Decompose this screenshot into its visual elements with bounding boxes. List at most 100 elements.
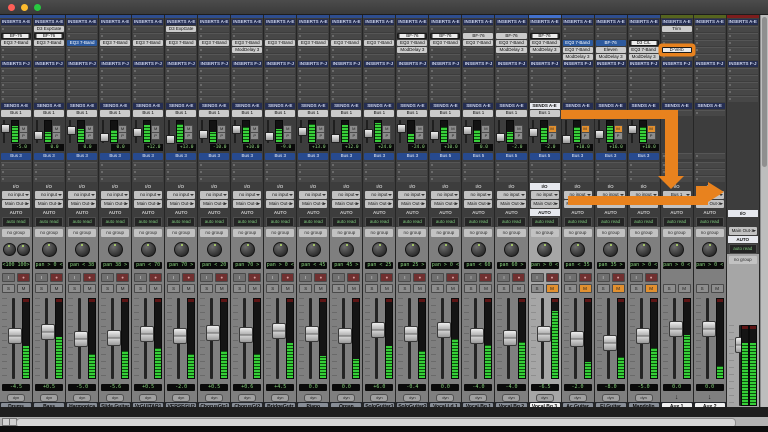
mute-button[interactable]: M <box>645 284 658 293</box>
insert-slot[interactable] <box>165 67 197 74</box>
insert-slot[interactable] <box>529 81 561 88</box>
dyn-button[interactable]: dyn <box>403 394 421 402</box>
send-slot[interactable] <box>198 175 230 182</box>
send-slot-a[interactable]: Bus 1 <box>264 109 296 118</box>
send-b-assignment[interactable]: Bus 3 <box>331 153 361 160</box>
insert-slot[interactable] <box>429 95 461 102</box>
output-selector[interactable]: Main Out-2 <box>101 200 129 208</box>
record-enable-button[interactable]: ● <box>17 273 30 282</box>
send-a-assignment[interactable]: Bus 1 <box>364 110 394 117</box>
fader-handle[interactable] <box>404 326 418 342</box>
input-monitor-button[interactable]: I <box>101 273 114 282</box>
insert-slot[interactable]: D3 ExpGate <box>165 25 197 32</box>
insert-slot[interactable] <box>595 67 627 74</box>
output-selector[interactable]: Main Out-2 <box>35 200 63 208</box>
send-a-assignment[interactable]: Bus 1 <box>496 110 526 117</box>
solo-button[interactable]: S <box>233 284 246 293</box>
insert-plugin-label[interactable]: EQ3 7-Band <box>1 40 31 46</box>
insert-slot[interactable] <box>231 53 263 60</box>
send-fader-handle[interactable] <box>100 133 109 142</box>
output-selector[interactable]: Main Out-2 <box>696 200 724 208</box>
send-slot-a[interactable]: Bus 1 <box>66 109 98 118</box>
send-slot[interactable] <box>562 168 594 175</box>
insert-slot[interactable] <box>165 32 197 39</box>
insert-slot[interactable] <box>694 53 726 60</box>
insert-slot[interactable]: BF-76 <box>0 32 32 39</box>
insert-slot[interactable] <box>66 32 98 39</box>
insert-slot[interactable] <box>495 74 527 81</box>
dyn-button[interactable]: dyn <box>139 394 157 402</box>
record-enable-button[interactable]: ● <box>83 273 96 282</box>
send-slot-a[interactable]: Bus 1 <box>165 109 197 118</box>
mute-button[interactable]: M <box>380 284 393 293</box>
insert-slot[interactable] <box>727 95 759 102</box>
insert-plugin-label[interactable]: EQ3 7-Band <box>629 47 659 53</box>
insert-slot[interactable]: ModDelay 3 <box>595 53 627 60</box>
insert-slot[interactable] <box>529 95 561 102</box>
insert-slot[interactable] <box>198 46 230 53</box>
insert-plugin-label[interactable]: ModDelay 3 <box>629 54 659 60</box>
mute-button[interactable]: M <box>479 284 492 293</box>
input-selector[interactable]: no input <box>398 191 426 199</box>
send-slot-a[interactable]: Bus 1 <box>330 109 362 118</box>
send-a-assignment[interactable]: Bus 1 <box>34 110 64 117</box>
input-selector[interactable]: no input <box>332 191 360 199</box>
solo-button[interactable]: S <box>464 284 477 293</box>
fader-handle[interactable] <box>669 321 683 337</box>
insert-plugin-label[interactable]: EQ3 7-Band <box>133 40 163 46</box>
pan-knob[interactable] <box>273 242 288 257</box>
insert-plugin-label[interactable]: D3 C/L <box>629 40 659 46</box>
insert-slot[interactable] <box>132 46 164 53</box>
record-enable-button[interactable]: ● <box>645 273 658 282</box>
minimize-button[interactable] <box>21 4 28 11</box>
insert-slot[interactable]: ModDelay 3 <box>231 46 263 53</box>
insert-slot[interactable] <box>330 53 362 60</box>
input-monitor-button[interactable]: I <box>167 273 180 282</box>
send-slot[interactable] <box>595 168 627 175</box>
mute-button[interactable]: M <box>215 284 228 293</box>
group-selector[interactable]: no group <box>398 229 426 237</box>
insert-slot[interactable] <box>462 74 494 81</box>
insert-slot[interactable] <box>330 81 362 88</box>
send-slot-b[interactable]: Bus 3 <box>165 152 197 161</box>
insert-slot[interactable] <box>99 46 131 53</box>
send-pre-button[interactable]: P <box>85 132 94 140</box>
insert-plugin-label[interactable]: EQ3 7-Band <box>67 40 97 46</box>
send-fader-handle[interactable] <box>265 132 274 141</box>
insert-slot[interactable] <box>66 46 98 53</box>
automation-mode-selector[interactable]: auto read <box>299 217 327 227</box>
insert-slot[interactable]: D3 C/L <box>628 39 660 46</box>
send-a-assignment[interactable]: Bus 1 <box>133 110 163 117</box>
output-selector[interactable]: Main Out-2 <box>332 200 360 208</box>
insert-slot[interactable] <box>0 74 32 81</box>
insert-slot[interactable] <box>694 81 726 88</box>
record-enable-button[interactable]: ● <box>579 273 592 282</box>
group-selector[interactable]: no group <box>696 229 724 237</box>
insert-slot[interactable] <box>132 74 164 81</box>
insert-slot[interactable] <box>330 32 362 39</box>
group-selector[interactable]: no group <box>35 229 63 237</box>
insert-slot[interactable] <box>33 81 65 88</box>
insert-slot[interactable] <box>363 81 395 88</box>
group-selector[interactable]: no group <box>431 229 459 237</box>
group-selector[interactable]: no group <box>266 229 294 237</box>
insert-slot[interactable] <box>396 95 428 102</box>
send-slot-a[interactable]: Bus 1 <box>495 109 527 118</box>
send-slot[interactable] <box>495 168 527 175</box>
dyn-button[interactable]: dyn <box>7 394 25 402</box>
send-slot[interactable] <box>297 168 329 175</box>
group-selector[interactable]: no group <box>365 229 393 237</box>
insert-slot[interactable] <box>198 32 230 39</box>
automation-mode-selector[interactable]: auto read <box>200 217 228 227</box>
send-a-assignment[interactable]: Bus 1 <box>397 110 427 117</box>
pan-knob[interactable] <box>372 242 387 257</box>
insert-slot[interactable] <box>264 25 296 32</box>
input-selector[interactable]: Bus 1 <box>663 191 691 199</box>
insert-slot[interactable]: EQ3 7-Band <box>495 39 527 46</box>
send-slot[interactable] <box>264 161 296 168</box>
send-slot[interactable] <box>165 175 197 182</box>
insert-slot[interactable] <box>363 53 395 60</box>
insert-slot[interactable] <box>462 67 494 74</box>
send-slot[interactable] <box>429 168 461 175</box>
input-monitor-button[interactable]: I <box>332 273 345 282</box>
